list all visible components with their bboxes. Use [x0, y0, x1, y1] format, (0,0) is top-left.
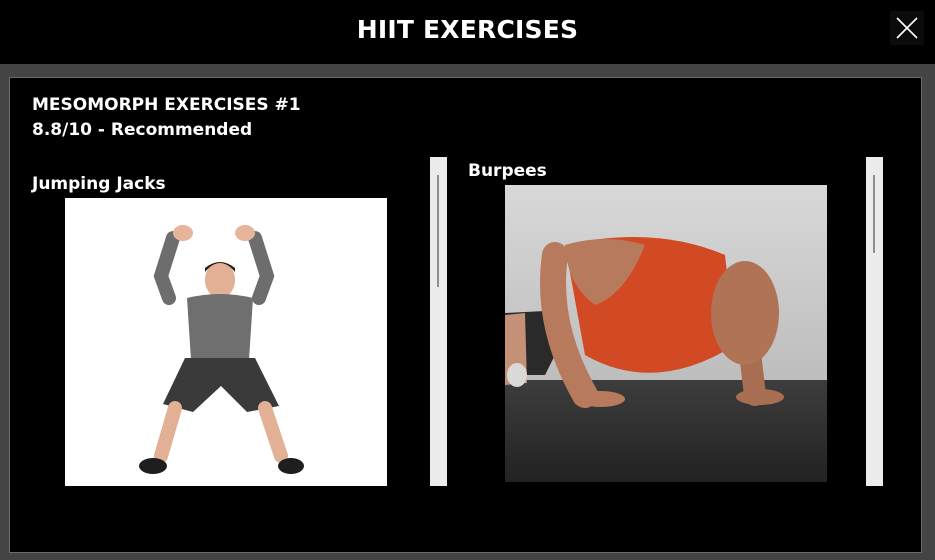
- workout-panel: MESOMORPH EXERCISES #1 8.8/10 - Recommen…: [9, 77, 922, 553]
- scroll-thumb[interactable]: [437, 175, 439, 287]
- scrollbar-jumping-jacks[interactable]: [430, 157, 447, 486]
- exercise-label-burpees: Burpees: [468, 161, 547, 181]
- scroll-thumb[interactable]: [873, 175, 875, 253]
- workout-rating: 8.8/10 - Recommended: [32, 120, 253, 140]
- workout-name: MESOMORPH EXERCISES #1: [32, 95, 301, 115]
- content-frame: MESOMORPH EXERCISES #1 8.8/10 - Recommen…: [0, 64, 935, 560]
- jumping-jacks-photo: [65, 198, 387, 486]
- close-button[interactable]: [890, 11, 924, 45]
- exercise-label-jumping-jacks: Jumping Jacks: [32, 174, 166, 194]
- title-bar: HIIT EXERCISES: [0, 0, 935, 64]
- window-title: HIIT EXERCISES: [356, 14, 579, 44]
- close-icon: [896, 17, 918, 39]
- app-window: HIIT EXERCISES MESOMORPH EXERCISES #1 8.…: [0, 0, 935, 560]
- burpees-photo: [505, 185, 827, 482]
- scrollbar-burpees[interactable]: [866, 157, 883, 486]
